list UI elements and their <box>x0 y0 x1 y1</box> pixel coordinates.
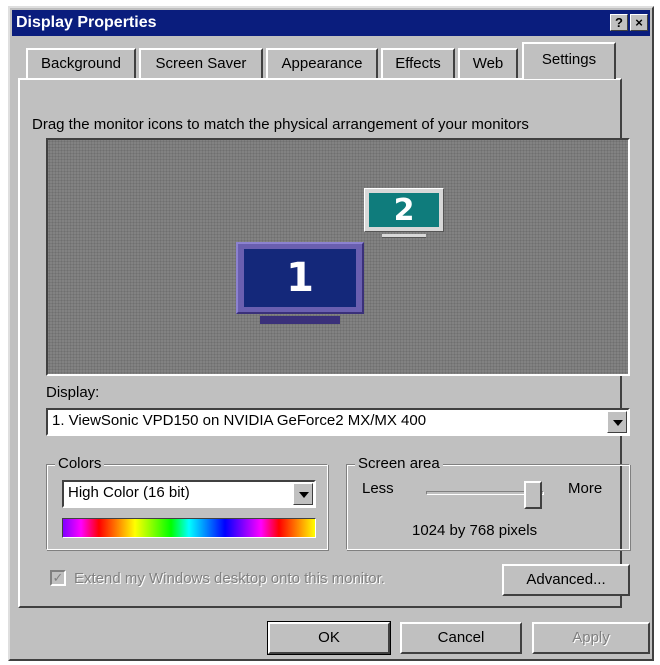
advanced-button[interactable]: Advanced... <box>502 564 630 596</box>
monitor-1-stand <box>260 316 340 324</box>
screen-area-group-title: Screen area <box>355 455 443 472</box>
tab-settings[interactable]: Settings <box>522 42 616 79</box>
ok-button[interactable]: OK <box>267 621 391 655</box>
title-bar[interactable]: Display Properties ? × <box>12 10 650 36</box>
monitor-2-number: 2 <box>369 193 439 228</box>
tab-web[interactable]: Web <box>458 48 518 78</box>
display-select[interactable]: 1. ViewSonic VPD150 on NVIDIA GeForce2 M… <box>46 408 630 436</box>
screen-area-slider-thumb[interactable] <box>524 481 542 509</box>
window-title: Display Properties <box>16 14 157 31</box>
tab-appearance[interactable]: Appearance <box>266 48 378 78</box>
monitor-1-number: 1 <box>244 249 356 307</box>
colors-select[interactable]: High Color (16 bit) <box>62 480 316 508</box>
colors-select-value: High Color (16 bit) <box>68 484 190 501</box>
resolution-text: 1024 by 768 pixels <box>412 522 538 539</box>
apply-button[interactable]: Apply <box>532 622 650 654</box>
monitor-1-icon[interactable]: 1 <box>236 242 364 330</box>
extend-desktop-checkbox[interactable]: ✓ <box>50 570 66 586</box>
extend-desktop-label: Extend my Windows desktop onto this moni… <box>74 570 385 587</box>
instructions-text: Drag the monitor icons to match the phys… <box>32 116 529 133</box>
help-button[interactable]: ? <box>610 14 628 31</box>
monitor-2-icon[interactable]: 2 <box>364 188 444 242</box>
tab-screen-saver[interactable]: Screen Saver <box>139 48 263 78</box>
colors-group-title: Colors <box>55 455 105 472</box>
chevron-down-icon[interactable] <box>607 411 627 433</box>
display-label: Display: <box>46 384 100 401</box>
color-palette-preview <box>62 518 316 538</box>
slider-more-label: More <box>568 480 603 497</box>
display-select-value: 1. ViewSonic VPD150 on NVIDIA GeForce2 M… <box>52 412 427 429</box>
cancel-button[interactable]: Cancel <box>400 622 522 654</box>
chevron-down-icon[interactable] <box>293 483 313 505</box>
tab-effects[interactable]: Effects <box>381 48 455 78</box>
monitor-2-stand <box>382 234 426 238</box>
monitor-arrangement-area[interactable]: 2 1 <box>46 138 630 376</box>
close-button[interactable]: × <box>630 14 648 31</box>
slider-less-label: Less <box>362 480 394 497</box>
tab-background[interactable]: Background <box>26 48 136 78</box>
